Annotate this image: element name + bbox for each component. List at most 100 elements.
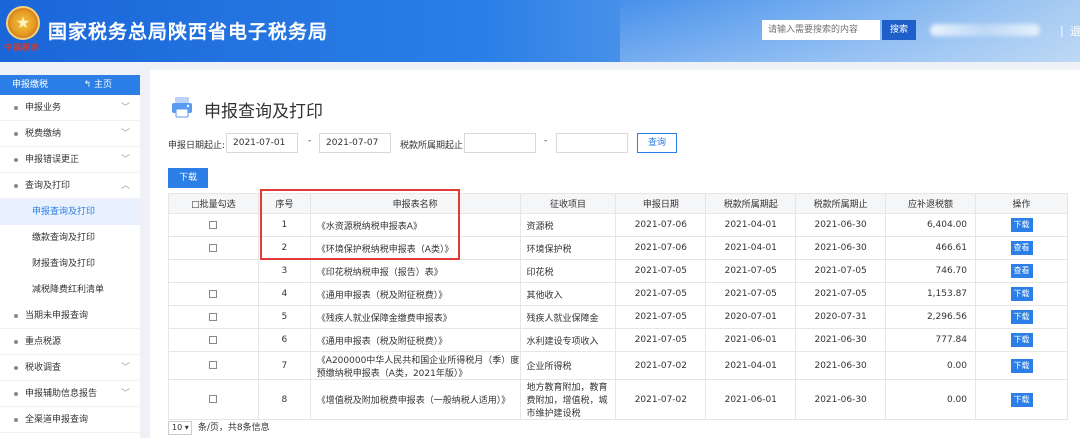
row-view-button[interactable]: 查看 — [1010, 264, 1033, 278]
bullet-icon — [14, 313, 18, 318]
row-checkbox[interactable] — [209, 361, 218, 369]
row-period-end: 2021-06-30 — [795, 351, 887, 380]
row-declare-date: 2021-07-06 — [615, 213, 707, 237]
row-checkbox[interactable] — [209, 220, 218, 229]
header-separator: | — [1060, 24, 1064, 37]
row-checkbox[interactable] — [209, 312, 218, 321]
row-checkbox-cell — [168, 379, 259, 420]
sidebar-subitem-payment-query[interactable]: 缴款查询及打印 — [0, 225, 140, 251]
row-amount: 0.00 — [885, 351, 977, 380]
row-action-cell: 下载 — [975, 213, 1068, 237]
bullet-icon — [14, 183, 18, 188]
page-size-select[interactable]: 10 ▾ — [168, 420, 192, 435]
sidebar-item-label: 税收调查 — [25, 363, 62, 373]
declaration-date-from-input[interactable]: 2021-07-01 — [226, 133, 298, 153]
declaration-date-to-input[interactable]: 2021-07-07 — [319, 133, 391, 153]
row-download-button[interactable]: 下载 — [1010, 287, 1033, 301]
sidebar-item-tax-survey[interactable]: 税收调查 ﹀ — [0, 355, 140, 381]
table-row: 8 《增值税及附加税费申报表（一般纳税人适用）》 地方教育附加，教育费附加，增值… — [168, 379, 1068, 420]
sidebar-item-key-tax-source[interactable]: 重点税源 — [0, 329, 140, 355]
row-action-cell: 下载 — [975, 379, 1068, 420]
sidebar-header-title: 申报缴税 — [12, 80, 49, 90]
header-period-start: 税款所属期起 — [705, 193, 797, 214]
home-link[interactable]: ↰ 主页 — [84, 75, 112, 95]
row-checkbox[interactable] — [209, 243, 218, 252]
query-button[interactable]: 查询 — [637, 133, 677, 153]
tax-emblem-icon: ★ — [6, 6, 40, 40]
row-view-button[interactable]: 查看 — [1010, 241, 1033, 255]
row-no: 6 — [257, 328, 311, 352]
row-period-start: 2021-04-01 — [705, 213, 797, 237]
printer-icon — [172, 97, 192, 118]
user-name-blurred — [930, 24, 1040, 36]
sidebar-item-label: 当期未申报查询 — [25, 311, 89, 321]
site-header: ★ 中国税务 国家税务总局陕西省电子税务局 搜索 | 退 — [0, 0, 1080, 62]
row-declare-date: 2021-07-06 — [615, 236, 707, 260]
row-checkbox-cell — [168, 351, 259, 380]
sidebar-subitem-tax-cut-list[interactable]: 减税降费红利清单 — [0, 277, 140, 303]
header-bulk-select[interactable]: □批量勾选 — [168, 193, 259, 214]
header-form-name: 申报表名称 — [309, 193, 521, 214]
table-row: 7 《A200000中华人民共和国企业所得税月（季）度预缴纳税申报表（A类，20… — [168, 351, 1068, 380]
tax-period-to-input[interactable] — [556, 133, 628, 153]
chevron-up-icon: ︿ — [120, 181, 130, 191]
row-no: 2 — [257, 236, 311, 260]
header-period-end: 税款所属期止 — [795, 193, 887, 214]
row-checkbox[interactable] — [209, 395, 218, 403]
sidebar-item-label: 申报错误更正 — [25, 155, 80, 165]
sidebar-item-payment[interactable]: 税费缴纳 ﹀ — [0, 121, 140, 147]
sidebar-item-auxiliary-report[interactable]: 申报辅助信息报告 ﹀ — [0, 381, 140, 407]
sidebar-item-label: 重点税源 — [25, 337, 62, 347]
header-amount: 应补退税额 — [885, 193, 977, 214]
sidebar-item-all-channel-query[interactable]: 全渠道申报查询 — [0, 407, 140, 433]
header-action: 操作 — [975, 193, 1068, 214]
row-period-end: 2020-07-31 — [795, 305, 887, 329]
sidebar-subitem-declaration-query[interactable]: 申报查询及打印 — [0, 199, 140, 225]
row-levy-item: 其他收入 — [519, 282, 617, 306]
row-download-button[interactable]: 下载 — [1010, 392, 1033, 407]
row-download-button[interactable]: 下载 — [1010, 218, 1033, 232]
sidebar-item-query-print[interactable]: 查询及打印 ︿ — [0, 173, 140, 199]
row-checkbox-cell — [168, 328, 259, 352]
row-amount: 466.61 — [885, 236, 977, 260]
pagination: 10 ▾ 条/页，共8条信息 — [168, 420, 270, 435]
row-period-end: 2021-06-30 — [795, 379, 887, 420]
row-form-name: 《A200000中华人民共和国企业所得税月（季）度预缴纳税申报表（A类，2021… — [309, 351, 521, 380]
row-declare-date: 2021-07-02 — [615, 379, 707, 420]
row-checkbox[interactable] — [209, 289, 218, 298]
row-period-end: 2021-06-30 — [795, 236, 887, 260]
sidebar-subitem-financial-query[interactable]: 财报查询及打印 — [0, 251, 140, 277]
sidebar-item-label: 申报业务 — [25, 103, 62, 113]
chevron-down-icon: ▾ — [184, 422, 189, 432]
row-form-name: 《增值税及附加税费申报表（一般纳税人适用）》 — [309, 379, 521, 420]
bulk-download-button[interactable]: 下载 — [168, 168, 208, 188]
sidebar: 申报缴税 ↰ 主页 申报业务 ﹀ 税费缴纳 ﹀ 申报错误更正 ﹀ 查询及打印 ︿ 申报查… — [0, 75, 140, 438]
declaration-table: □批量勾选 序号 申报表名称 征收项目 申报日期 税款所属期起 税款所属期止 应… — [168, 193, 1068, 420]
row-action-cell: 下载 — [975, 305, 1068, 329]
row-period-end: 2021-07-05 — [795, 259, 887, 283]
search-button[interactable]: 搜索 — [882, 20, 916, 40]
sidebar-item-undeclared[interactable]: 当期未申报查询 — [0, 303, 140, 329]
row-amount: 777.84 — [885, 328, 977, 352]
bullet-icon — [14, 131, 18, 136]
row-period-start: 2021-04-01 — [705, 236, 797, 260]
date-range-dash: - — [308, 136, 312, 146]
row-checkbox[interactable] — [209, 335, 218, 344]
row-levy-item: 地方教育附加，教育费附加，增值税，城市维护建设税 — [519, 379, 617, 420]
row-declare-date: 2021-07-02 — [615, 351, 707, 380]
row-checkbox-cell — [168, 236, 259, 260]
row-checkbox-cell — [168, 213, 259, 237]
tax-period-from-input[interactable] — [464, 133, 536, 153]
period-range-dash: - — [544, 136, 548, 146]
row-download-button[interactable]: 下载 — [1010, 358, 1033, 373]
sidebar-item-declaration[interactable]: 申报业务 ﹀ — [0, 95, 140, 121]
search-input[interactable] — [762, 20, 880, 40]
chevron-down-icon: ﹀ — [120, 103, 130, 113]
sidebar-item-correction[interactable]: 申报错误更正 ﹀ — [0, 147, 140, 173]
row-action-cell: 下载 — [975, 351, 1068, 380]
row-download-button[interactable]: 下载 — [1010, 333, 1033, 347]
logout-link[interactable]: 退 — [1070, 23, 1080, 39]
row-form-name: 《残疾人就业保障金缴费申报表》 — [309, 305, 521, 329]
row-download-button[interactable]: 下载 — [1010, 310, 1033, 324]
bullet-icon — [14, 391, 18, 396]
